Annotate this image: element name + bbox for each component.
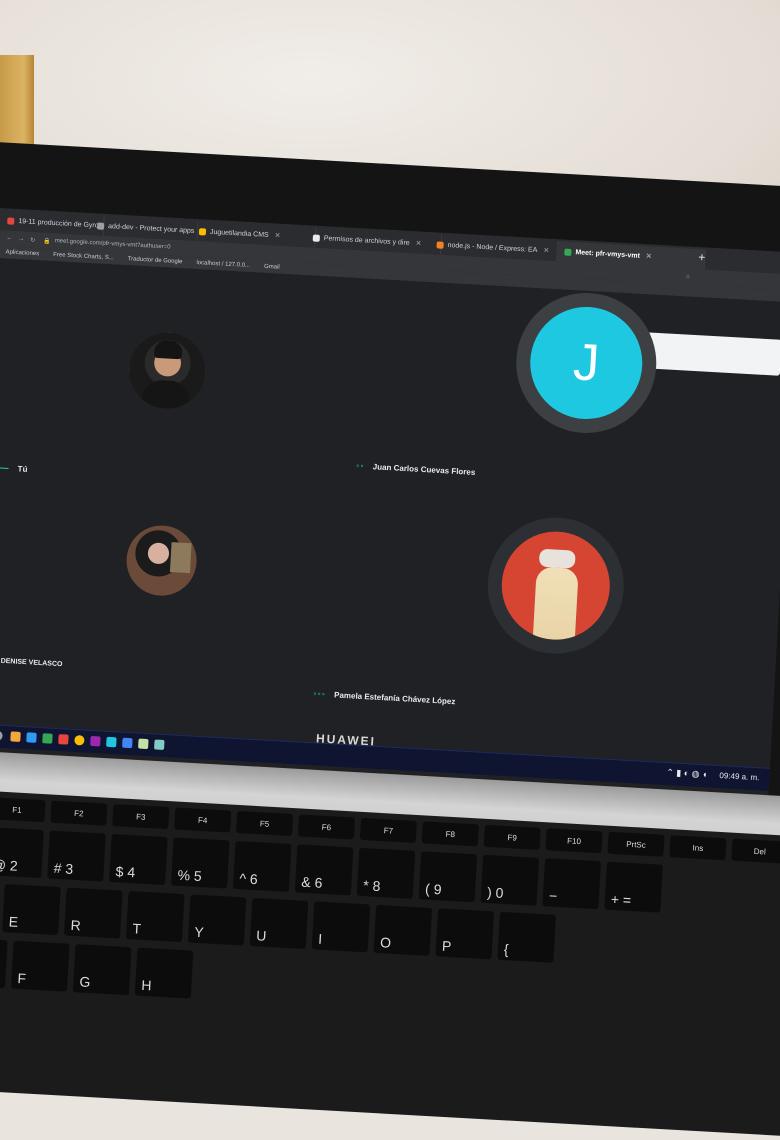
participant-photo-avatar (124, 523, 199, 598)
tab-favicon-icon (436, 240, 444, 249)
audio-indicator-icon: ◦◦ (355, 460, 365, 471)
key-f5[interactable]: F5 (236, 810, 294, 837)
lock-icon: 🔒 (43, 237, 51, 245)
new-tab-icon[interactable]: + (698, 250, 706, 264)
participant-name: — DENISE VELASCO (0, 657, 63, 669)
notification-panel (640, 332, 780, 376)
audio-indicator-icon: — (0, 462, 10, 473)
participant-name: ◦◦ Juan Carlos Cuevas Flores (355, 460, 476, 477)
system-tray-icons[interactable]: ⌃ ▮ ◐ ◍ ◖ (666, 767, 708, 780)
back-icon[interactable]: ← (6, 235, 12, 241)
tab-favicon-icon (198, 227, 207, 236)
bookmark-item[interactable]: Gmail (264, 264, 280, 271)
key-e[interactable]: E (2, 884, 61, 936)
taskbar-app-icon[interactable] (122, 737, 133, 749)
tab-favicon-icon (312, 234, 321, 242)
key-y[interactable]: Y (187, 894, 247, 946)
participant-photo-avatar (498, 528, 613, 643)
keyboard: F1 F2 F3 F4 F5 F6 F7 F8 F9 F10 PrtSc Ins… (0, 790, 780, 1140)
key-i[interactable]: I (311, 901, 371, 953)
key-f8[interactable]: F8 (421, 821, 479, 847)
key-f3[interactable]: F3 (112, 804, 170, 830)
key-d[interactable]: D (0, 937, 8, 989)
key-f4[interactable]: F4 (174, 807, 232, 833)
taskbar-app-icon[interactable] (106, 736, 117, 748)
close-tab-icon[interactable]: ✕ (646, 252, 652, 260)
bookmark-item[interactable]: localhost / 127.0.0... (196, 260, 250, 269)
taskbar-app-icon[interactable] (26, 732, 37, 743)
key-f1[interactable]: F1 (0, 797, 46, 823)
tab-favicon-icon (7, 216, 15, 225)
key-6[interactable]: ^ 6 (232, 840, 292, 892)
tab-favicon-icon (96, 221, 105, 230)
participant-ring: J (512, 289, 661, 437)
taskbar-app-icon[interactable] (42, 733, 53, 744)
key-prtsc[interactable]: PrtSc (607, 831, 665, 857)
key-u[interactable]: U (249, 897, 309, 949)
bookmark-item[interactable]: Free Stock Charts, S... (53, 252, 114, 261)
key-g[interactable]: G (72, 944, 132, 996)
participant-name: — Tú (0, 462, 28, 474)
key-8[interactable]: * 8 (356, 847, 416, 899)
meet-video-grid: — Tú J ◦◦ Juan Carlos Cuevas Flores — DE… (0, 257, 780, 762)
url-text[interactable]: meet.google.com/pfr-vmys-vmt?authuser=0 (55, 238, 171, 250)
key-5[interactable]: % 5 (170, 837, 230, 889)
key-9[interactable]: ( 9 (418, 851, 478, 903)
key-ins[interactable]: Ins (669, 835, 727, 861)
key-2[interactable]: @ 2 (0, 827, 44, 879)
key-t[interactable]: T (125, 891, 185, 943)
bookmark-item[interactable]: Traductor de Google (128, 256, 183, 265)
key-minus[interactable]: − (542, 858, 602, 910)
close-tab-icon[interactable]: ✕ (415, 239, 421, 247)
key-f[interactable]: F (10, 940, 70, 992)
participant-name: ◦◦◦ Pamela Estefanía Chávez López (313, 688, 456, 707)
key-7[interactable]: & 6 (294, 844, 354, 896)
key-f9[interactable]: F9 (483, 824, 541, 850)
key-o[interactable]: O (373, 904, 433, 956)
taskbar-clock[interactable]: 09:49 a. m. (719, 771, 759, 782)
star-icon[interactable]: ☆ (685, 273, 691, 280)
key-f7[interactable]: F7 (359, 817, 417, 843)
key-f10[interactable]: F10 (545, 828, 603, 854)
key-equals[interactable]: + = (604, 861, 663, 913)
key-p[interactable]: P (435, 908, 495, 960)
key-h[interactable]: H (134, 947, 194, 999)
taskbar-app-icon[interactable] (90, 735, 101, 747)
chrome-icon[interactable] (74, 734, 85, 746)
key-4[interactable]: $ 4 (109, 833, 168, 886)
participant-letter-avatar: J (527, 303, 646, 423)
audio-indicator-icon: ◦◦◦ (313, 688, 327, 699)
key-r[interactable]: R (64, 887, 123, 939)
participant-ring (484, 513, 628, 658)
key-0[interactable]: ) 0 (480, 854, 540, 906)
key-3[interactable]: # 3 (47, 830, 106, 882)
laptop-screen: 19-11 producción de Gyro add-dev - Prote… (0, 208, 780, 812)
key-bracket[interactable]: { (497, 911, 556, 963)
close-tab-icon[interactable]: ✕ (543, 246, 549, 254)
taskbar-app-icon[interactable] (58, 734, 69, 745)
taskbar-app-icon[interactable] (154, 739, 165, 750)
reload-icon[interactable]: ↻ (30, 236, 35, 243)
taskbar-app-icon[interactable] (10, 731, 21, 742)
forward-icon[interactable]: → (18, 236, 24, 242)
meet-favicon-icon (564, 248, 572, 256)
bookmark-apps[interactable]: Aplicaciones (5, 249, 39, 257)
key-f6[interactable]: F6 (297, 814, 356, 840)
close-tab-icon[interactable]: ✕ (274, 231, 280, 239)
search-icon[interactable] (0, 730, 3, 741)
key-del[interactable]: Del (731, 838, 780, 864)
key-f2[interactable]: F2 (50, 800, 108, 826)
participant-photo-avatar (127, 330, 208, 411)
taskbar-app-icon[interactable] (138, 738, 149, 750)
